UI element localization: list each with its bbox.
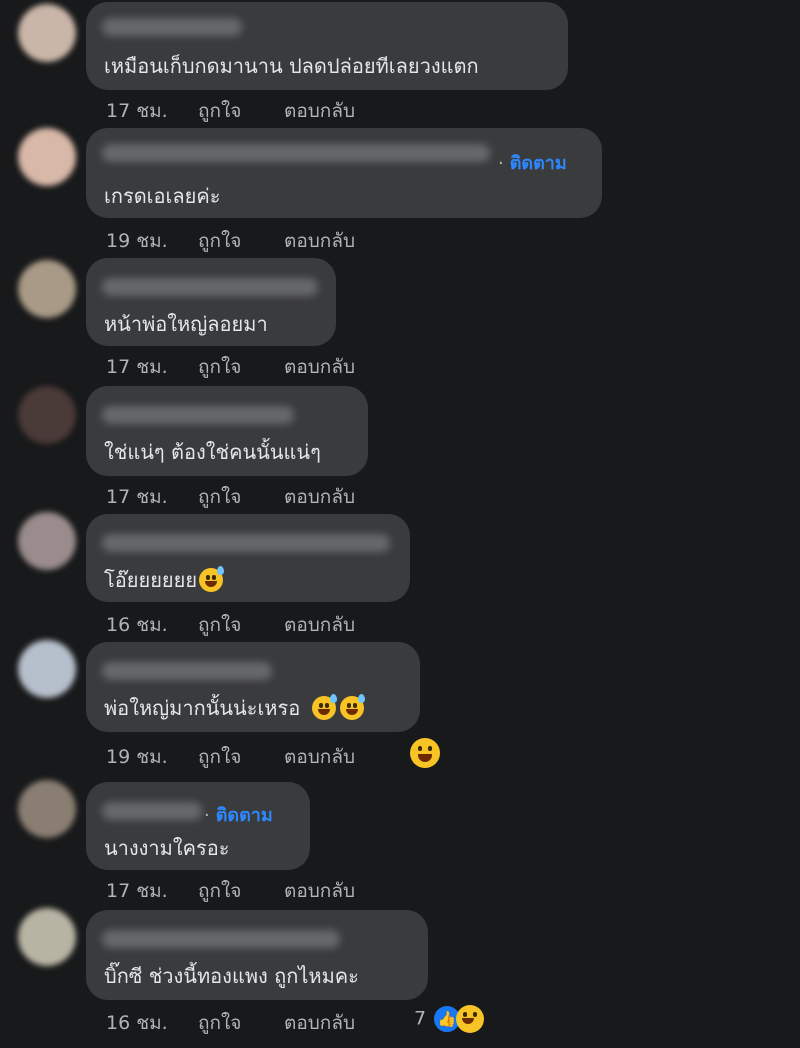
comment-text: เหมือนเก็บกดมานาน ปลดปล่อยทีเลยวงแตก (104, 54, 479, 78)
follow-link[interactable]: · ติดตาม (204, 800, 273, 829)
reaction-summary[interactable]: 7 👍 (414, 1004, 485, 1034)
avatar[interactable] (18, 260, 76, 318)
comment-bubble: พ่อใหญ่มากนั้นน่ะเหรอ (86, 642, 420, 732)
comment-time[interactable]: 16 ชม. (106, 610, 168, 640)
reply-link[interactable]: ตอบกลับ (284, 876, 355, 906)
commenter-name[interactable] (102, 278, 318, 296)
comment-bubble: บิ๊กซี ช่วงนี้ทองแพง ถูกไหมคะ (86, 910, 428, 1000)
comment-text: บิ๊กซี ช่วงนี้ทองแพง ถูกไหมคะ (104, 964, 359, 988)
comment-bubble: · ติดตาม เกรดเอเลยค่ะ (86, 128, 602, 218)
comment-time[interactable]: 17 ชม. (106, 96, 168, 126)
comment-time[interactable]: 17 ชม. (106, 876, 168, 906)
avatar[interactable] (18, 780, 76, 838)
reply-link[interactable]: ตอบกลับ (284, 96, 355, 126)
comment-text: พ่อใหญ่มากนั้นน่ะเหรอ (104, 692, 366, 724)
reply-link[interactable]: ตอบกลับ (284, 742, 355, 772)
comment-text: ใช่แน่ๆ ต้องใช่คนนั้นแน่ๆ (104, 440, 321, 464)
comment-bubble: เหมือนเก็บกดมานาน ปลดปล่อยทีเลยวงแตก (86, 2, 568, 90)
grinning-sweat-emoji-icon (340, 694, 366, 720)
reply-link[interactable]: ตอบกลับ (284, 610, 355, 640)
reply-link[interactable]: ตอบกลับ (284, 482, 355, 512)
comment-text: โอ๊ยยยยยย (104, 564, 225, 596)
comment-bubble: ใช่แน่ๆ ต้องใช่คนนั้นแน่ๆ (86, 386, 368, 476)
comment-text: นางงามใครอะ (104, 836, 230, 860)
reply-link[interactable]: ตอบกลับ (284, 226, 355, 256)
comment-text: เกรดเอเลยค่ะ (104, 184, 221, 208)
commenter-name[interactable] (102, 802, 202, 820)
reaction-summary[interactable] (410, 738, 440, 768)
like-link[interactable]: ถูกใจ (198, 742, 241, 772)
commenter-name[interactable] (102, 662, 272, 680)
comment-bubble: หน้าพ่อใหญ่ลอยมา (86, 258, 336, 346)
grinning-sweat-emoji-icon (199, 566, 225, 592)
commenter-name[interactable] (102, 18, 242, 36)
like-link[interactable]: ถูกใจ (198, 96, 241, 126)
comment-bubble: โอ๊ยยยยยย (86, 514, 410, 602)
like-link[interactable]: ถูกใจ (198, 1008, 241, 1038)
reply-link[interactable]: ตอบกลับ (284, 1008, 355, 1038)
avatar[interactable] (18, 640, 76, 698)
grinning-sweat-emoji-icon (312, 694, 338, 720)
like-link[interactable]: ถูกใจ (198, 482, 241, 512)
avatar[interactable] (18, 4, 76, 62)
commenter-name[interactable] (102, 534, 390, 552)
comment-time[interactable]: 17 ชม. (106, 352, 168, 382)
comment-time[interactable]: 17 ชม. (106, 482, 168, 512)
comment-time[interactable]: 16 ชม. (106, 1008, 168, 1038)
like-link[interactable]: ถูกใจ (198, 226, 241, 256)
comment-time[interactable]: 19 ชม. (106, 226, 168, 256)
laughing-emoji-icon (456, 1005, 485, 1033)
comment-time[interactable]: 19 ชม. (106, 742, 168, 772)
avatar[interactable] (18, 386, 76, 444)
laughing-emoji-icon (410, 738, 440, 768)
follow-link[interactable]: · ติดตาม (498, 148, 567, 177)
comment-text: หน้าพ่อใหญ่ลอยมา (104, 312, 268, 336)
reaction-count: 7 (414, 1007, 427, 1030)
commenter-name[interactable] (102, 144, 490, 162)
commenter-name[interactable] (102, 406, 294, 424)
reply-link[interactable]: ตอบกลับ (284, 352, 355, 382)
like-link[interactable]: ถูกใจ (198, 610, 241, 640)
like-link[interactable]: ถูกใจ (198, 876, 241, 906)
like-link[interactable]: ถูกใจ (198, 352, 241, 382)
avatar[interactable] (18, 128, 76, 186)
avatar[interactable] (18, 512, 76, 570)
comment-bubble: · ติดตาม นางงามใครอะ (86, 782, 310, 870)
avatar[interactable] (18, 908, 76, 966)
commenter-name[interactable] (102, 930, 340, 948)
